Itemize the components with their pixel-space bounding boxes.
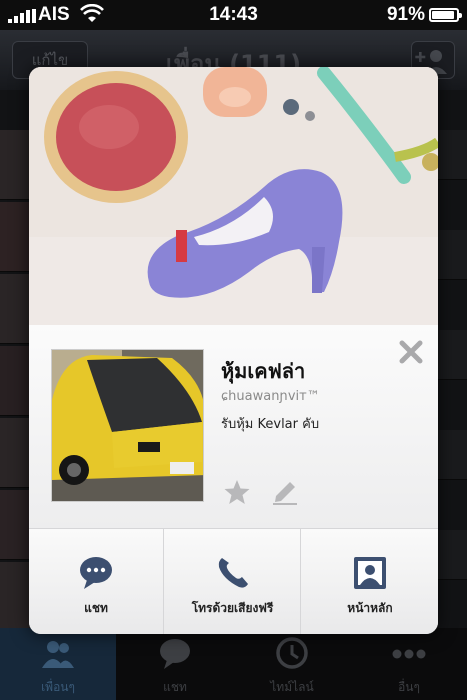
home-button-label: หน้าหลัก	[347, 601, 393, 615]
home-button[interactable]: หน้าหลัก	[302, 529, 438, 634]
tab-friends[interactable]: เพื่อนๆ	[0, 628, 116, 700]
tab-label: อื่นๆ	[398, 680, 420, 694]
avatar-image	[52, 350, 203, 501]
tab-more[interactable]: อื่นๆ	[351, 628, 467, 700]
battery-percentage: 91%	[386, 4, 425, 25]
status-message: รับหุ้ม Kevlar คับ	[221, 417, 320, 432]
action-bar: แชท โทรด้วยเสียงฟรี หน้าหลัก	[29, 528, 438, 634]
tab-chat[interactable]: แชท	[117, 628, 233, 700]
chat-bubble-icon	[80, 557, 112, 589]
list-item	[0, 130, 30, 200]
pencil-edit-icon[interactable]	[270, 476, 300, 506]
list-item-arrow	[437, 130, 467, 180]
chat-button-label: แชท	[84, 601, 108, 615]
friends-icon	[42, 641, 74, 668]
tab-timeline[interactable]: ไทม์ไลน์	[234, 628, 350, 700]
avatar[interactable]	[51, 349, 204, 502]
tab-label: ไทม์ไลน์	[270, 680, 314, 694]
list-item	[0, 274, 30, 344]
star-favorite-icon[interactable]	[223, 478, 251, 506]
profile-id: ɕhuawanɲviт™	[221, 389, 320, 404]
list-item-arrow	[437, 530, 467, 580]
clock-icon	[276, 637, 308, 669]
tab-bar: เพื่อนๆ แชท ไทม์ไลน์ อื่นๆ	[0, 628, 467, 700]
list-item	[0, 562, 30, 632]
close-icon[interactable]	[398, 339, 424, 365]
status-bar: AIS 14:43 91%	[0, 0, 467, 30]
list-item-arrow	[437, 330, 467, 380]
list-item	[0, 418, 30, 488]
tab-label: เพื่อนๆ	[41, 680, 75, 694]
profile-info: หุ้มเคฟล่า ɕhuawanɲviт™ รับหุ้ม Kevlar ค…	[29, 325, 438, 528]
free-call-button[interactable]: โทรด้วยเสียงฟรี	[165, 529, 301, 634]
phone-icon	[218, 558, 248, 588]
list-item	[0, 202, 30, 272]
list-item-arrow	[437, 230, 467, 280]
cover-image	[29, 67, 438, 325]
cover-photo	[29, 67, 438, 325]
list-item	[0, 346, 30, 416]
more-icon	[392, 649, 426, 659]
chat-button[interactable]: แชท	[29, 529, 164, 634]
battery-icon	[429, 8, 462, 22]
list-item-arrow	[437, 430, 467, 480]
list-item	[0, 490, 30, 560]
profile-name: หุ้มเคฟล่า	[221, 359, 306, 383]
free-call-button-label: โทรด้วยเสียงฟรี	[191, 601, 274, 615]
chat-icon	[160, 639, 190, 669]
profile-popup: หุ้มเคฟล่า ɕhuawanɲviт™ รับหุ้ม Kevlar ค…	[29, 67, 438, 634]
tab-label: แชท	[163, 680, 187, 694]
home-profile-icon	[354, 557, 386, 589]
